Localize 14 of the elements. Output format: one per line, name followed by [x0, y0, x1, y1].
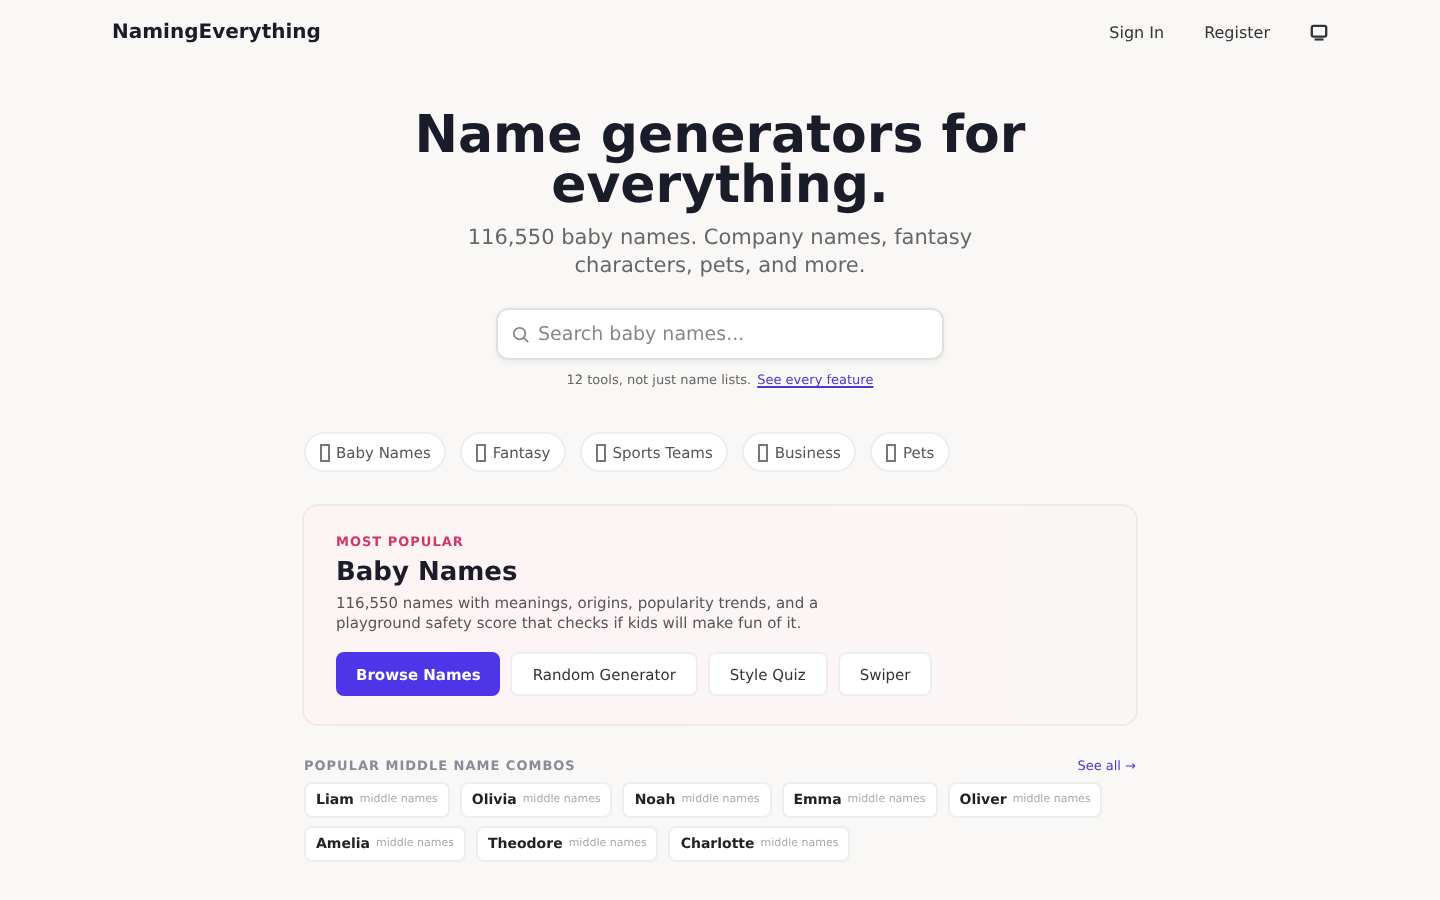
placeholder-glyph-icon [476, 443, 487, 461]
card-title: Baby Names [336, 558, 520, 588]
hero-subtitle: 116,550 baby names. Company names, fantasy characters, pets, and more. [465, 224, 975, 280]
hero-title: Name generators for everything. [412, 112, 1028, 212]
search-icon [512, 325, 530, 343]
placeholder-glyph-icon [758, 443, 769, 461]
nav-link[interactable]: Register [1204, 23, 1270, 41]
placeholder-glyph-icon [596, 443, 607, 461]
search-field[interactable]: Search baby names... [496, 308, 944, 360]
placeholder-glyph-icon [320, 443, 330, 461]
monitor-icon[interactable] [1310, 23, 1328, 41]
nav-link[interactable]: Sign In [1109, 23, 1165, 41]
site-logo[interactable]: NamingEverything [112, 21, 321, 43]
placeholder-glyph-icon [886, 443, 897, 461]
